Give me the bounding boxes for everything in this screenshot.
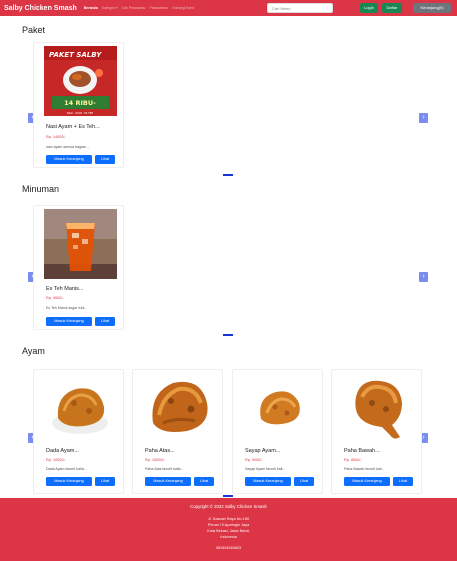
cart-button[interactable]: Keranjang(0) — [413, 3, 451, 13]
product-desc: Dada Ayam favorit kalia... — [46, 467, 87, 471]
nav-kategori[interactable]: Kategori ▾ — [102, 6, 118, 10]
section-title-minuman: Minuman — [22, 184, 60, 194]
product-image[interactable] — [342, 373, 415, 443]
carousel-indicator[interactable] — [223, 495, 233, 497]
product-name: Paha Atas... — [145, 448, 175, 454]
view-button[interactable]: Lihat — [194, 477, 214, 486]
iced-tea-image — [44, 209, 117, 279]
view-button[interactable]: Lihat — [95, 317, 115, 326]
footer-address-line: Kota Bekasi, Jawa Barat, — [207, 529, 250, 533]
page: Salby Chicken Smash Beranda Kategori ▾ C… — [0, 0, 457, 561]
product-price: Rp. 8000/- — [344, 458, 362, 462]
view-button[interactable]: Lihat — [95, 155, 115, 164]
svg-text:NASI · AYAM · ES TEH: NASI · AYAM · ES TEH — [67, 111, 93, 115]
nav-cek-pesanan[interactable]: Cek Pesanamu — [122, 6, 146, 10]
login-button[interactable]: Login — [360, 3, 378, 13]
product-image[interactable] — [243, 373, 316, 443]
carousel-next-button[interactable]: › — [419, 272, 428, 282]
product-image[interactable] — [44, 373, 117, 443]
add-to-cart-button[interactable]: Masuk Keranjang — [145, 477, 191, 486]
carousel-indicator[interactable] — [223, 174, 233, 176]
svg-text:14 RIBU-: 14 RIBU- — [64, 99, 96, 107]
add-to-cart-button[interactable]: Masuk Keranjang — [46, 155, 92, 164]
product-price: Rp. 4000/- — [46, 296, 64, 300]
paha-bawah-image — [342, 373, 415, 443]
section-title-paket: Paket — [22, 25, 46, 35]
product-desc: Paha Bawah favorit kali... — [344, 467, 385, 471]
paket-poster-image: PAKET SALBY 14 RIBU- NASI · AYAM · ES TE… — [44, 46, 117, 116]
product-card: Sayap Ayam... Rp. 9000/- Sayap Ayam favo… — [232, 369, 323, 494]
sayap-ayam-image — [243, 373, 316, 443]
product-card: Dada Ayam... Rp. 10000/- Dada Ayam favor… — [33, 369, 124, 494]
product-name: Es Teh Manis... — [46, 286, 84, 292]
footer-copyright: Copyright © 2022 Salby Chicken Smash — [190, 504, 267, 509]
footer-phone: 081904560803 — [215, 546, 242, 550]
footer: Copyright © 2022 Salby Chicken Smash Jl.… — [0, 498, 457, 561]
product-price: Rp. 10000/- — [46, 458, 66, 462]
product-price: Rp. 10000/- — [145, 458, 165, 462]
product-desc: Es Teh Manis segar tubi... — [46, 306, 88, 310]
add-to-cart-button[interactable]: Masuk Keranjang — [46, 317, 92, 326]
brand-logo[interactable]: Salby Chicken Smash — [4, 5, 77, 12]
chevron-right-icon: › — [422, 114, 425, 121]
nav-beranda[interactable]: Beranda — [84, 6, 98, 10]
footer-address-line: Indonesia — [220, 535, 237, 539]
navbar: Salby Chicken Smash Beranda Kategori ▾ C… — [0, 0, 457, 16]
carousel-next-button[interactable]: › — [419, 113, 428, 123]
product-price: Rp. 14000/- — [46, 135, 66, 139]
product-price: Rp. 9000/- — [245, 458, 263, 462]
footer-address-line: Perum I Kayuringin Jaya — [207, 523, 250, 527]
product-card: Es Teh Manis... Rp. 4000/- Es Teh Manis … — [33, 205, 124, 330]
search-input[interactable]: Cari Menu — [267, 3, 333, 13]
product-image[interactable]: PAKET SALBY 14 RIBU- NASI · AYAM · ES TE… — [44, 46, 117, 116]
add-to-cart-button[interactable]: Masuk Keranjang — [245, 477, 291, 486]
product-card: PAKET SALBY 14 RIBU- NASI · AYAM · ES TE… — [33, 42, 124, 168]
svg-text:PAKET SALBY: PAKET SALBY — [49, 51, 102, 59]
product-name: Paha Bawah... — [344, 448, 380, 454]
view-button[interactable]: Lihat — [95, 477, 115, 486]
product-card: Paha Bawah... Rp. 8000/- Paha Bawah favo… — [331, 369, 422, 494]
paha-atas-image — [143, 373, 216, 443]
carousel-indicator[interactable] — [223, 334, 233, 336]
product-name: Nasi Ayam + Es Teh... — [46, 124, 100, 130]
add-to-cart-button[interactable]: Masuk Keranjang — [46, 477, 92, 486]
chevron-right-icon: › — [422, 434, 425, 441]
nav-pesanan[interactable]: Pesananmu — [149, 6, 168, 10]
product-desc: nasi ayam semua bagian ... — [46, 145, 90, 149]
view-button[interactable]: Lihat — [393, 477, 413, 486]
product-card: Paha Atas... Rp. 10000/- Paha Atas favor… — [132, 369, 223, 494]
nav-hubungi-kami[interactable]: Hubungi Kami — [172, 6, 194, 10]
add-to-cart-button[interactable]: Masuk Keranjang — [344, 477, 390, 486]
product-image[interactable] — [143, 373, 216, 443]
product-image[interactable] — [44, 209, 117, 279]
product-desc: Paha Atas favorit kalia... — [145, 467, 184, 471]
daftar-button[interactable]: Daftar — [382, 3, 402, 13]
chevron-right-icon: › — [422, 273, 425, 280]
footer-address-line: Jl. Kasuari Raya No.165 — [208, 517, 249, 521]
product-desc: Sayap Ayam favorit kali... — [245, 467, 286, 471]
product-name: Sayap Ayam... — [245, 448, 281, 454]
view-button[interactable]: Lihat — [294, 477, 314, 486]
section-title-ayam: Ayam — [22, 346, 45, 356]
product-name: Dada Ayam... — [46, 448, 79, 454]
dada-ayam-image — [44, 373, 117, 443]
